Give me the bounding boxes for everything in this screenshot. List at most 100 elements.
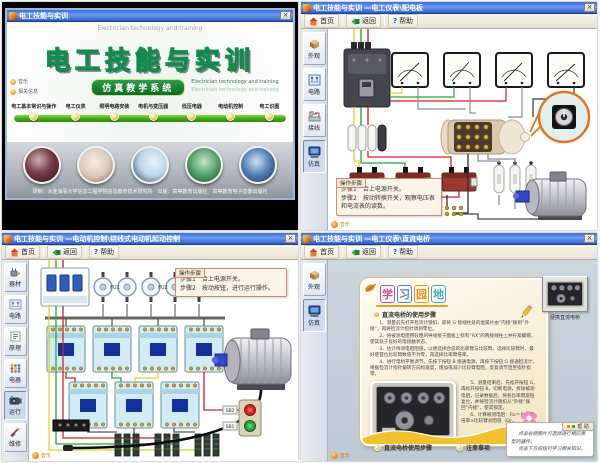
close-button[interactable]: × (285, 234, 296, 243)
sidebar-devices[interactable]: 电器 (4, 359, 27, 388)
card-title: 学 习 园 地 (380, 285, 538, 303)
menu-item-motor-control[interactable]: 电动机控制 (211, 103, 250, 121)
motor[interactable] (513, 172, 586, 220)
operation-steps-box: 操作步骤 步骤1 合上电源开关。 步骤2 按动转换开关，观察电压表和电流表的读数… (336, 178, 442, 216)
current-transformer[interactable] (442, 167, 477, 191)
photo-band: 研制：大连海事大学信息工程学院信息教育技术研究所 出版：高等教育出版社 高等教育… (7, 142, 293, 198)
subtitle-row: 仿真教学系统 Electrician technology and traini… (91, 79, 278, 96)
photo-motor (185, 146, 223, 184)
main-menu: 电工基本常识与操作 电工仪表 照明电路安装 电机与变压器 低压电器 电动机控制 … (11, 103, 288, 121)
learning-content-area: 学 习 园 地 直流电桥的使用步骤 1、测量前先打开检流计锁扣，即将 G 接线柱… (328, 260, 597, 461)
rotary-switch[interactable] (441, 120, 530, 154)
sidebar-run[interactable]: 运行 (4, 391, 27, 420)
help-note-tab: 帮 助 (562, 422, 594, 431)
home-icon (10, 248, 19, 257)
circuit-breaker[interactable] (41, 268, 89, 306)
help-button[interactable]: ? 帮助 (388, 14, 418, 28)
supply-wires (49, 260, 63, 268)
contactor-row-1[interactable] (47, 326, 223, 372)
photo-tools (23, 146, 61, 184)
window-title: 电工技能与实训 —电工仪表\配电板 (313, 3, 423, 13)
analog-meter[interactable] (548, 53, 584, 87)
back-button[interactable]: 返回 (346, 245, 381, 259)
back-button[interactable]: 返回 (346, 14, 381, 28)
window-title: 电工技能与实训 (19, 11, 68, 21)
subtitle-en: Electrician technology and training Elec… (191, 79, 278, 94)
music-toggle[interactable]: 音乐 (331, 452, 350, 459)
circuit-breaker[interactable] (344, 42, 390, 107)
title-underline (376, 305, 448, 307)
motor-control-capture: 电工技能与实训 —电动机控制\绕线式电动机起动控制 × 首页 返回 ? 帮助 器… (2, 233, 298, 461)
learning-card: 学 习 园 地 直流电桥的使用步骤 1、测量前先打开检流计锁扣，即将 G 接线柱… (360, 278, 548, 446)
main-title: 电工技能与实训 (45, 41, 255, 77)
components-grid-icon (9, 363, 22, 374)
back-button[interactable]: 返回 (47, 245, 82, 259)
window-title: 电工技能与实训 —电工仪表\直流电桥 (313, 234, 430, 244)
info-link[interactable]: 相关信息 (10, 88, 38, 95)
sidebar-appearance[interactable]: 外观 (303, 263, 326, 296)
learning-page-capture: 电工技能与实训 —电工仪表\直流电桥 × 首页 返回 ? 帮助 外观 (301, 233, 597, 461)
music-toggle[interactable]: 音乐 (331, 221, 350, 228)
analog-meter[interactable] (392, 53, 428, 87)
music-icon (331, 221, 338, 228)
simulation-canvas[interactable]: FU1 FU2 (29, 260, 298, 461)
document-icon (9, 331, 22, 342)
help-button[interactable]: ? 帮助 (388, 245, 418, 259)
home-icon (309, 17, 318, 26)
music-link[interactable]: 音乐 (10, 78, 38, 85)
push-button-panel[interactable]: SB2 SB1 (223, 400, 261, 436)
close-button[interactable]: × (584, 3, 595, 12)
menu-sphere-icon (71, 112, 80, 121)
breaker-to-fuse-wires (354, 107, 368, 125)
menu-item-basics[interactable]: 电工基本常识与操作 (11, 103, 56, 121)
notes-link[interactable]: 注意事项 (456, 443, 490, 452)
close-button[interactable]: × (584, 234, 595, 243)
fuse-group[interactable] (348, 125, 386, 151)
module-sidebar: 外观 电路 接线 仿真 (301, 29, 328, 230)
menu-item-lighting[interactable]: 照明电路安装 (95, 103, 134, 121)
music-toggle[interactable]: 音乐 (32, 452, 51, 459)
photo-components (239, 146, 277, 184)
help-icon: ? (393, 248, 397, 256)
toolbar: 首页 返回 ? 帮助 (2, 245, 298, 260)
home-button[interactable]: 首页 (304, 14, 339, 28)
toolbar: 首页 返回 ? 帮助 (301, 14, 597, 29)
usage-steps-link[interactable]: 直流电桥使用步骤 (374, 443, 432, 452)
sidebar-appearance[interactable]: 外观 (303, 32, 326, 65)
home-button[interactable]: 首页 (5, 245, 40, 259)
help-icon: ? (393, 17, 397, 25)
analog-meter[interactable] (444, 53, 480, 87)
title-bar: 电工技能与实训 —电动机控制\绕线式电动机起动控制 × (2, 233, 298, 245)
menu-item-diagram-reading[interactable]: 电工识图 (250, 103, 289, 121)
sidebar-wiring[interactable]: 接线 (303, 104, 326, 137)
instruction-paragraphs: 1、测量前先打开检流计锁扣，即将 G 接线柱处的金属片由“内接”拨到“外接”，再… (370, 321, 538, 379)
monitor-icon (308, 305, 321, 317)
instrument-thumbnail[interactable]: 便携直流电桥 (538, 276, 592, 321)
photo-switch (131, 146, 169, 184)
sidebar-circuit[interactable]: 电路 (4, 295, 27, 324)
sidebar-simulation[interactable]: 仿真 (303, 140, 326, 173)
brush-device[interactable] (53, 420, 89, 431)
analog-meter[interactable] (496, 53, 532, 87)
home-button[interactable]: 首页 (304, 245, 339, 259)
close-button[interactable]: × (280, 11, 291, 20)
menu-item-lowvoltage[interactable]: 低压电器 (173, 103, 212, 121)
menu-item-instruments[interactable]: 电工仪表 (56, 103, 95, 121)
box-icon (308, 38, 321, 50)
menu-sphere-icon (149, 112, 158, 121)
fu2-label: FU2 (158, 285, 168, 291)
menu-sphere-icon (110, 112, 119, 121)
leaf-icon (364, 282, 378, 294)
menu-item-motors-transformers[interactable]: 电机与变压器 (134, 103, 173, 121)
title-bar: 电工技能与实训 —电工仪表\配电板 × (301, 2, 597, 14)
sidebar-equipment[interactable]: 器材 (4, 263, 27, 292)
help-icon: ? (94, 248, 98, 256)
help-button[interactable]: ? 帮助 (89, 245, 119, 259)
circuit-icon (9, 299, 22, 310)
sidebar-repair[interactable]: 维修 (4, 423, 27, 452)
app-icon (303, 235, 311, 243)
sidebar-principle[interactable]: 原理 (4, 327, 27, 356)
sidebar-simulation[interactable]: 仿真 (303, 299, 326, 332)
simulation-canvas[interactable]: 操作步骤 步骤1 合上电源开关。 步骤2 按动转换开关，观察电压表和电流表的读数… (328, 29, 597, 230)
sidebar-circuit[interactable]: 电路 (303, 68, 326, 101)
